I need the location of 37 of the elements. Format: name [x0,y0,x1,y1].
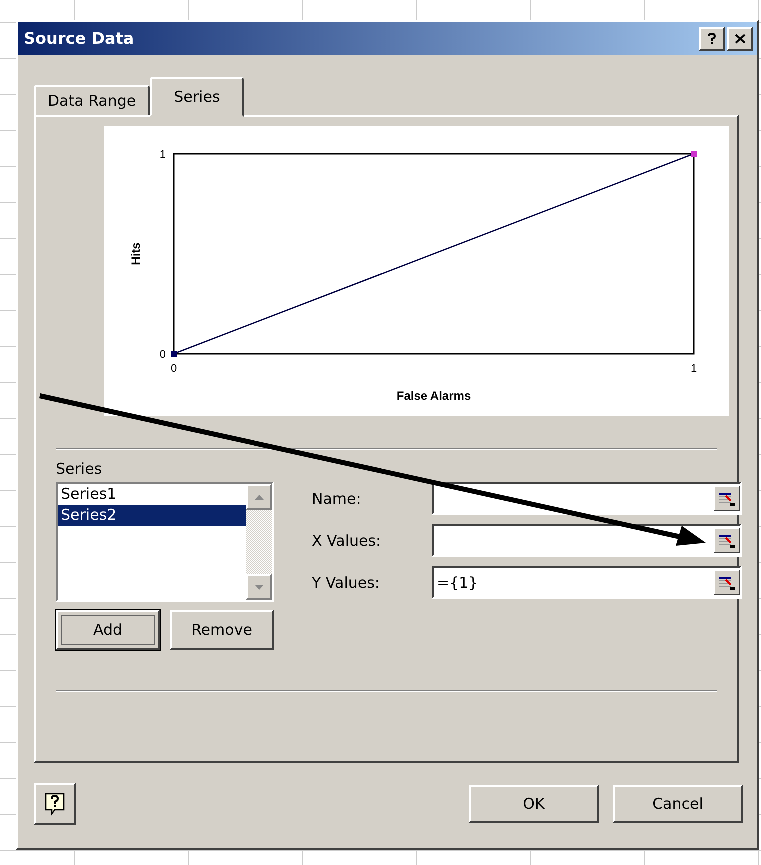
data-point [691,151,697,157]
remove-button[interactable]: Remove [170,610,274,650]
close-icon [734,34,746,44]
cancel-button[interactable]: Cancel [613,785,743,823]
range-select-icon[interactable] [714,486,740,511]
ok-button[interactable]: OK [469,785,599,823]
input-field[interactable]: ={1} [432,566,742,599]
help-balloon-icon [44,792,66,816]
up-arrow-icon [254,494,264,500]
window-title: Source Data [24,29,134,48]
input-field[interactable] [432,482,742,515]
range-select-icon[interactable] [714,570,740,595]
input-field[interactable] [432,524,742,557]
series-list[interactable]: Series1 Series2 [56,482,274,602]
y-tick-label: 0 [160,349,166,361]
range-select-icon[interactable] [714,528,740,553]
add-button[interactable]: Add [56,610,160,650]
x-tick-label: 1 [690,363,698,375]
scroll-bar[interactable] [246,484,272,600]
help-button[interactable] [699,26,725,50]
field-label: Name: [312,490,362,508]
help-icon [707,32,717,44]
help-button[interactable] [34,783,76,825]
tab[interactable]: Data Range [34,85,150,117]
field-label: Y Values: [312,574,381,592]
series-list-item[interactable]: Series1 [58,484,246,505]
close-button[interactable] [727,26,753,50]
x-axis-title: False Alarms [396,389,472,403]
tab[interactable]: Series [150,77,244,117]
data-point [171,351,177,357]
x-tick-label: 0 [170,363,178,375]
down-arrow-icon [254,584,264,590]
y-axis-title: Hits [129,242,143,266]
y-tick-label: 1 [160,149,166,161]
series-list-item[interactable]: Series2 [58,505,246,526]
field-label: X Values: [312,532,382,550]
series-label: Series [56,460,104,478]
